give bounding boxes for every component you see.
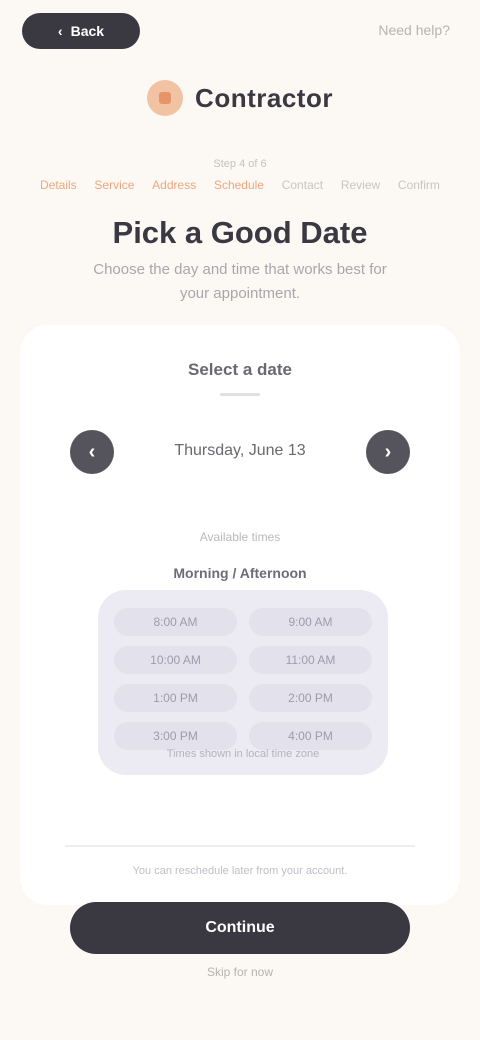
brand-name: Contractor — [195, 82, 333, 113]
continue-button[interactable]: Continue — [70, 902, 410, 954]
card-divider — [220, 393, 260, 396]
slot-caption: Available times — [199, 530, 281, 544]
time-slot[interactable]: 2:00 PM — [249, 684, 372, 712]
arrow-left-icon: ‹ — [57, 23, 63, 39]
step-label: Review — [340, 178, 381, 192]
help-link[interactable]: Need help? — [378, 22, 450, 38]
booking-screen: ‹ Back Need help? Contractor Step 4 of 6… — [0, 0, 480, 1040]
top-bar: ‹ Back Need help? — [0, 0, 480, 70]
step-labels: Details Service Address Schedule Contact Revi… — [40, 178, 440, 192]
date-selector: ‹ Thursday, June 13 › — [70, 430, 410, 476]
chevron-left-icon: ‹ — [88, 440, 96, 463]
step-label: Contact — [281, 178, 324, 192]
chevron-right-icon: › — [384, 440, 392, 463]
time-slot[interactable]: 11:00 AM — [249, 646, 372, 674]
time-slot[interactable]: 8:00 AM — [114, 608, 237, 636]
back-button-label: Back — [70, 23, 105, 39]
slot-note: Times shown in local time zone — [166, 748, 320, 760]
slot-heading: Morning / Afternoon — [173, 565, 307, 581]
time-slot[interactable]: 10:00 AM — [114, 646, 237, 674]
page-subtitle: Choose the day and time that works best … — [93, 261, 387, 302]
step-label: Service — [94, 178, 135, 192]
brand: Contractor — [0, 78, 480, 118]
step-count: Step 4 of 6 — [213, 158, 267, 170]
time-slot[interactable]: 3:00 PM — [114, 722, 237, 750]
reschedule-note: You can reschedule later from your accou… — [132, 865, 348, 877]
logo-icon — [147, 80, 184, 116]
time-slot[interactable]: 4:00 PM — [249, 722, 372, 750]
time-slot-list: 8:00 AM 9:00 AM 10:00 AM 11:00 AM 1:00 PM 2:0… — [114, 608, 372, 750]
step-label: Confirm — [397, 178, 440, 192]
time-slot-panel: 8:00 AM 9:00 AM 10:00 AM 11:00 AM 1:00 PM 2:0… — [98, 590, 388, 775]
progress-stepper: Step 4 of 6 Details Service Address Schedul… — [40, 158, 440, 196]
next-date-button[interactable]: › — [366, 430, 410, 474]
back-button[interactable]: ‹ Back — [22, 13, 140, 49]
step-label: Schedule — [213, 178, 264, 192]
step-label: Details — [40, 178, 77, 192]
card-label: Select a date — [188, 360, 292, 379]
date-card: Select a date ‹ Thursday, June 13 › Avai… — [20, 325, 460, 905]
skip-link[interactable]: Skip for now — [0, 965, 480, 979]
time-slot[interactable]: 9:00 AM — [249, 608, 372, 636]
selected-date: Thursday, June 13 — [174, 442, 306, 459]
page-title: Pick a Good Date — [112, 215, 368, 250]
step-label: Address — [152, 178, 197, 192]
previous-date-button[interactable]: ‹ — [70, 430, 114, 474]
card-divider-bottom — [65, 845, 415, 847]
time-slot[interactable]: 1:00 PM — [114, 684, 237, 712]
